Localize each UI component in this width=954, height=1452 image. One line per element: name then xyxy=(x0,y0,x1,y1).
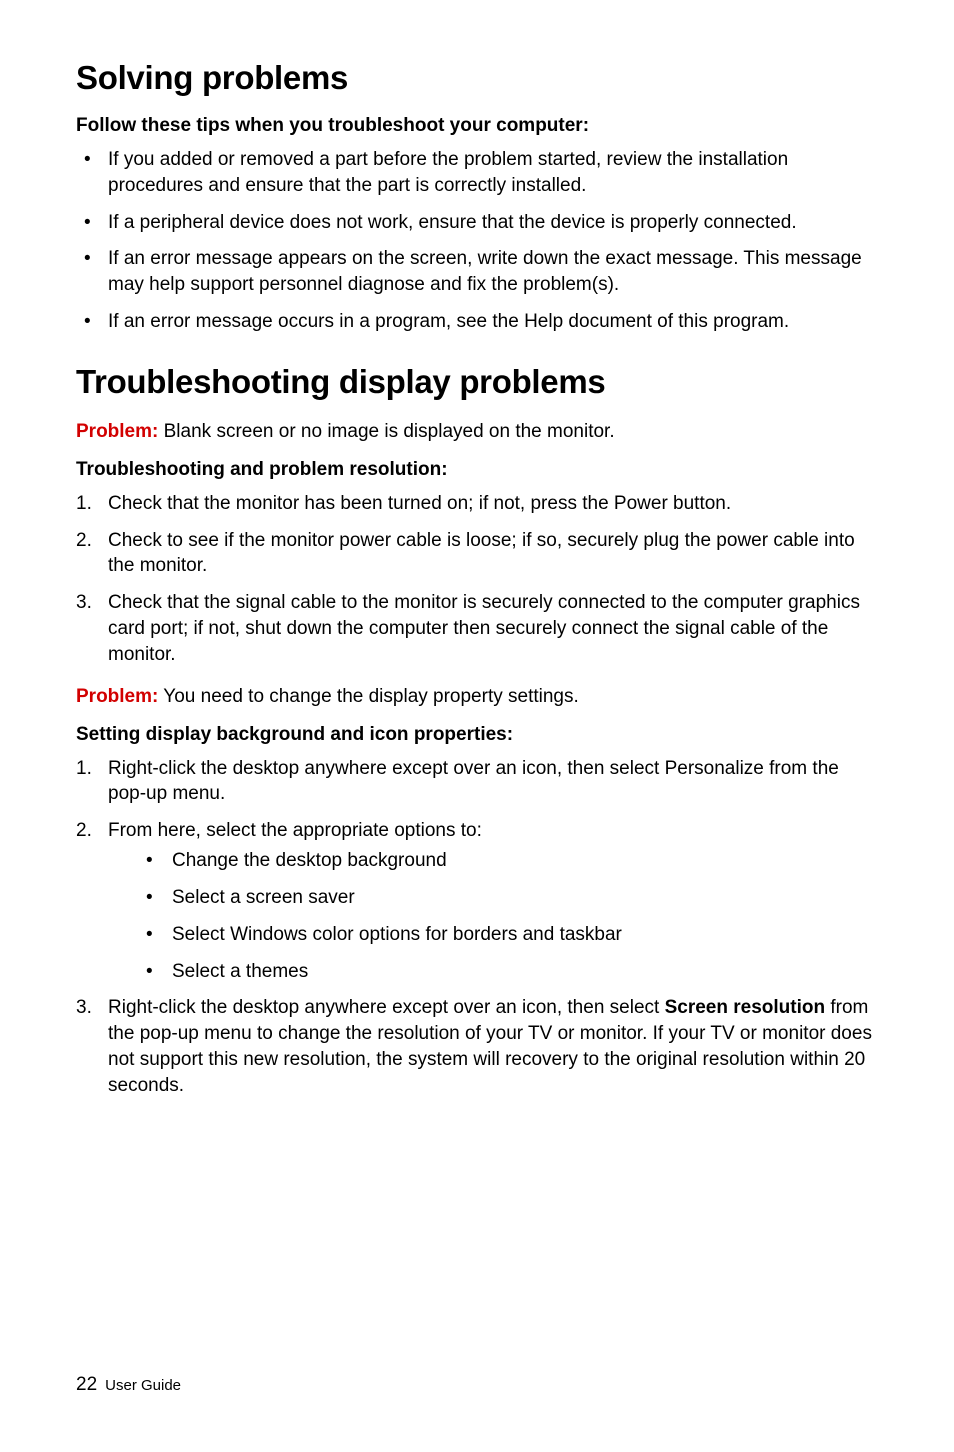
step-text-pre: Right-click the desktop anywhere except … xyxy=(108,997,665,1018)
list-display-options: Change the desktop background Select a s… xyxy=(108,848,878,984)
list-item: If you added or removed a part before th… xyxy=(76,147,878,199)
subhead-troubleshoot-tips: Follow these tips when you troubleshoot … xyxy=(76,115,878,137)
list-item: Change the desktop background xyxy=(108,848,878,874)
problem-1: Problem: Blank screen or no image is dis… xyxy=(76,419,878,445)
problem-text: Blank screen or no image is displayed on… xyxy=(158,421,614,442)
problem-text: You need to change the display property … xyxy=(158,686,578,707)
list-tips: If you added or removed a part before th… xyxy=(76,147,878,335)
list-item: From here, select the appropriate option… xyxy=(76,818,878,984)
step-text-bold: Screen resolution xyxy=(665,997,826,1018)
heading-troubleshooting-display: Troubleshooting display problems xyxy=(76,363,878,401)
list-item: Check to see if the monitor power cable … xyxy=(76,528,878,580)
document-page: Solving problems Follow these tips when … xyxy=(0,0,954,1452)
list-item: Check that the monitor has been turned o… xyxy=(76,491,878,517)
list-item: If an error message appears on the scree… xyxy=(76,246,878,298)
list-item: If a peripheral device does not work, en… xyxy=(76,210,878,236)
list-item: Right-click the desktop anywhere except … xyxy=(76,756,878,808)
list-item: Select a themes xyxy=(108,959,878,985)
list-item: Select Windows color options for borders… xyxy=(108,922,878,948)
problem-label: Problem: xyxy=(76,686,158,707)
subhead-display-background: Setting display background and icon prop… xyxy=(76,724,878,746)
problem-label: Problem: xyxy=(76,421,158,442)
step-lead-text: From here, select the appropriate option… xyxy=(108,820,482,841)
list-resolution-steps: Check that the monitor has been turned o… xyxy=(76,491,878,668)
list-item: Check that the signal cable to the monit… xyxy=(76,590,878,667)
list-item: Select a screen saver xyxy=(108,885,878,911)
heading-solving-problems: Solving problems xyxy=(76,59,878,97)
subhead-resolution: Troubleshooting and problem resolution: xyxy=(76,459,878,481)
list-display-steps: Right-click the desktop anywhere except … xyxy=(76,756,878,1099)
list-item: Right-click the desktop anywhere except … xyxy=(76,995,878,1098)
footer-label: User Guide xyxy=(105,1377,181,1394)
page-footer: 22 User Guide xyxy=(76,1374,181,1396)
list-item: If an error message occurs in a program,… xyxy=(76,309,878,335)
problem-2: Problem: You need to change the display … xyxy=(76,684,878,710)
page-number: 22 xyxy=(76,1374,97,1395)
